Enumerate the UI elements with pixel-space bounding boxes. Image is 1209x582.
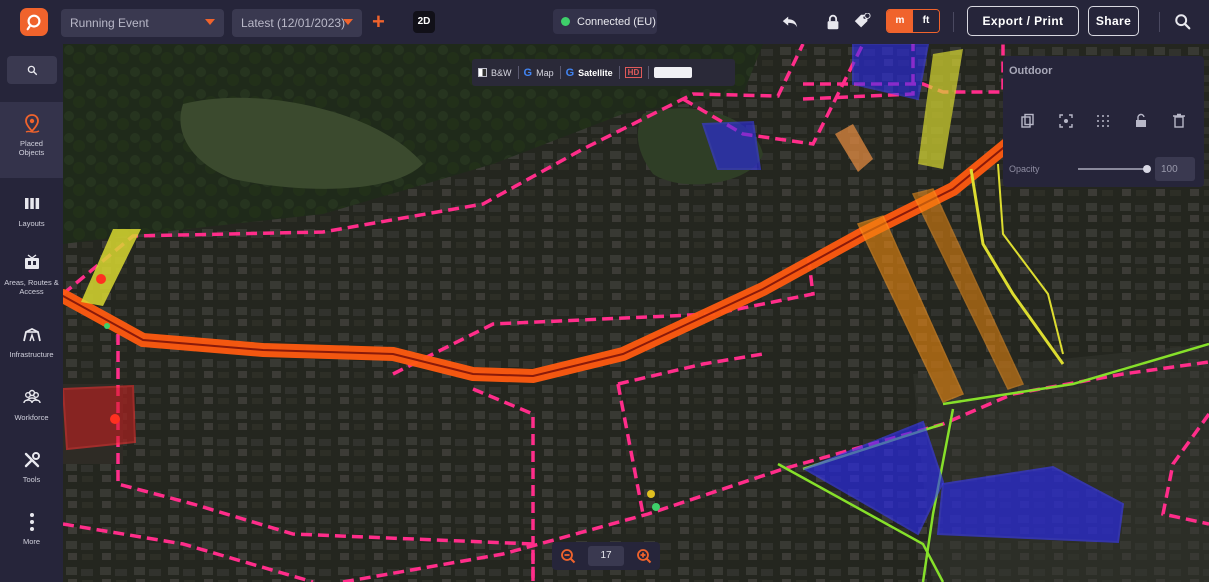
opacity-slider[interactable]	[1078, 165, 1151, 173]
sidebar-item-layouts[interactable]: Layouts	[0, 194, 63, 242]
sidebar-item-areas-routes-access[interactable]: Areas, Routes & Access	[0, 253, 63, 313]
sidebar-item-label: Placed Objects	[18, 139, 45, 157]
zoom-level: 17	[588, 546, 624, 566]
more-icon	[29, 513, 34, 531]
sidebar-search-button[interactable]	[7, 56, 57, 84]
basemap-bw-label: B&W	[491, 67, 512, 78]
grid-icon[interactable]	[1094, 112, 1112, 130]
basemap-hd-label: HD	[624, 67, 643, 78]
sidebar: Placed Objects Layouts Areas, Routes & A…	[0, 44, 63, 582]
connection-status: Connected (EU)	[553, 9, 657, 34]
sidebar-item-label: More	[22, 537, 41, 546]
version-select-value: Latest (12/01/2023)	[241, 16, 346, 30]
version-select[interactable]: Latest (12/01/2023)	[232, 9, 362, 37]
basemap-switcher: B&W G Map G Satellite HD	[472, 59, 735, 86]
wrench-icon	[24, 452, 40, 468]
tent-icon	[22, 327, 41, 342]
top-bar: Running Event Latest (12/01/2023) + 2D C…	[0, 0, 1209, 44]
view-mode-toggle[interactable]: 2D	[413, 11, 435, 33]
undo-icon[interactable]	[779, 11, 801, 33]
status-dot-icon	[561, 17, 570, 26]
tag-icon[interactable]	[851, 11, 873, 33]
add-icon[interactable]: +	[372, 10, 385, 34]
unit-metric[interactable]: m	[887, 10, 913, 32]
basemap-map-label: Map	[536, 67, 554, 78]
sidebar-item-label: Workforce	[14, 413, 49, 422]
zoom-in-icon[interactable]	[636, 548, 652, 564]
search-icon[interactable]	[1172, 11, 1194, 33]
unit-toggle[interactable]: m ft	[886, 9, 940, 33]
export-print-button[interactable]: Export / Print	[967, 6, 1079, 36]
sidebar-item-workforce[interactable]: Workforce	[0, 388, 63, 436]
basemap-bw[interactable]: B&W	[472, 59, 518, 86]
sidebar-item-label: Areas, Routes & Access	[4, 278, 59, 296]
unit-feet[interactable]: ft	[913, 10, 939, 32]
chevron-down-icon	[205, 19, 215, 25]
layer-tools	[1003, 112, 1204, 130]
basemap-map[interactable]: G Map	[517, 59, 560, 86]
basemap-provider[interactable]	[648, 59, 698, 86]
app-logo[interactable]	[20, 8, 48, 36]
focus-icon[interactable]	[1057, 112, 1075, 130]
divider	[1159, 12, 1160, 32]
logo-icon	[26, 14, 41, 31]
basemap-hd[interactable]: HD	[618, 59, 649, 86]
columns-icon	[24, 198, 39, 209]
divider	[953, 12, 954, 32]
google-icon: G	[565, 66, 575, 79]
event-select[interactable]: Running Event	[61, 9, 224, 37]
sidebar-item-tools[interactable]: Tools	[0, 450, 63, 498]
opacity-input[interactable]: 100	[1155, 157, 1195, 181]
layer-panel: Outdoor Opacity 100	[1003, 56, 1204, 187]
areas-icon	[24, 254, 39, 269]
zoom-out-icon[interactable]	[560, 548, 576, 564]
lock-icon[interactable]	[822, 11, 844, 33]
basemap-satellite-label: Satellite	[578, 67, 613, 78]
basemap-satellite[interactable]: G Satellite	[559, 59, 619, 86]
provider-logo-icon	[654, 67, 693, 78]
search-icon	[27, 65, 37, 75]
share-button[interactable]: Share	[1088, 6, 1139, 36]
sidebar-item-placed-objects[interactable]: Placed Objects	[0, 102, 63, 178]
sidebar-item-more[interactable]: More	[0, 512, 63, 560]
opacity-label: Opacity	[1009, 164, 1040, 174]
google-icon: G	[523, 66, 533, 79]
sidebar-item-label: Infrastructure	[9, 350, 54, 359]
sidebar-item-label: Tools	[22, 475, 41, 484]
zoom-controls: 17	[552, 542, 660, 570]
panel-title: Outdoor	[1009, 65, 1053, 77]
sidebar-item-label: Layouts	[18, 219, 45, 228]
sidebar-item-infrastructure[interactable]: Infrastructure	[0, 325, 63, 373]
copy-icon[interactable]	[1019, 112, 1037, 130]
chevron-down-icon	[343, 19, 353, 25]
map-pin-icon	[24, 114, 39, 133]
connection-label: Connected (EU)	[577, 15, 656, 28]
slider-handle[interactable]	[1143, 165, 1151, 173]
unlock-icon[interactable]	[1132, 112, 1150, 130]
people-icon	[22, 389, 41, 404]
trash-icon[interactable]	[1170, 112, 1188, 130]
bw-icon	[478, 68, 487, 77]
event-select-value: Running Event	[70, 16, 149, 30]
